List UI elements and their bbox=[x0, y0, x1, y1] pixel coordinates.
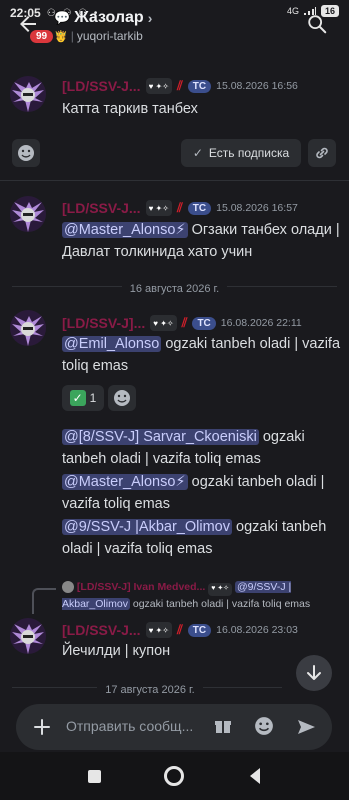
message-text: @Emil_Alonso ogzaki tanbeh oladi | vazif… bbox=[62, 333, 342, 377]
subtitle-text: yuqori-tarkib bbox=[76, 29, 143, 43]
chevron-right-icon: › bbox=[147, 10, 153, 26]
timestamp: 16.08.2026 22:11 bbox=[220, 317, 302, 329]
status-bar: 22:05 ⚇ ⚇ ⚇ • 4G 16 bbox=[0, 0, 349, 26]
reply-preview[interactable]: [LD/SSV-J] Ivan Medved... ♥ ✦✧ @9/SSV-J … bbox=[62, 579, 342, 612]
add-reaction-button[interactable] bbox=[12, 139, 40, 167]
message-header: [LD/SSV-J... ♥ ✦✧ ⫽ TC 15.08.2026 16:56 bbox=[62, 78, 298, 94]
date-separator: 16 августа 2026 г. bbox=[121, 283, 228, 295]
username[interactable]: [LD/SSV-J]... bbox=[62, 315, 145, 331]
reply-username: [LD/SSV-J] Ivan Medved... bbox=[76, 581, 206, 593]
reply-avatar bbox=[62, 581, 74, 594]
message-text: @Master_Alonso⚡ ogzaki tanbeh oladi | va… bbox=[62, 471, 342, 515]
avatar[interactable] bbox=[10, 196, 46, 232]
user-mention[interactable]: @Master_Alonso⚡ bbox=[62, 474, 188, 490]
wing-icon: ⫽ bbox=[176, 78, 183, 93]
gift-icon[interactable] bbox=[214, 717, 232, 735]
timestamp: 15.08.2026 16:56 bbox=[216, 80, 298, 92]
wing-icon: ⫽ bbox=[176, 200, 183, 215]
avatar[interactable] bbox=[10, 618, 46, 654]
back-nav-icon[interactable] bbox=[248, 767, 262, 785]
date-separator: 17 августа 2026 г. bbox=[97, 684, 203, 696]
timestamp: 16.08.2026 23:03 bbox=[216, 624, 298, 636]
user-mention[interactable]: @Emil_Alonso bbox=[62, 336, 162, 352]
plus-icon[interactable] bbox=[32, 717, 52, 737]
role-tag: ♥ ✦✧ bbox=[208, 582, 233, 596]
role-tag: ♥ ✦✧ bbox=[145, 622, 172, 638]
role-tag: ♥ ✦✧ bbox=[145, 200, 172, 216]
system-nav-bar bbox=[0, 752, 349, 800]
channel-title[interactable]: 💬 Жазолар › bbox=[54, 9, 152, 27]
wing-icon: ⫽ bbox=[181, 315, 188, 330]
channel-name: Жазолар bbox=[74, 9, 144, 26]
username[interactable]: [LD/SSV-J... bbox=[62, 78, 141, 94]
arrow-down-icon bbox=[307, 665, 321, 680]
forum-icon: 💬 bbox=[54, 10, 71, 25]
emoji-icon[interactable] bbox=[254, 716, 274, 736]
message-text: Катта таркив танбех bbox=[62, 101, 198, 117]
recents-icon[interactable] bbox=[88, 770, 101, 783]
message-text: @Master_Alonso⚡ Огзаки танбех олади | Да… bbox=[62, 219, 342, 263]
reaction-chip[interactable]: ✓ 1 bbox=[62, 385, 104, 411]
wing-icon: ⫽ bbox=[176, 622, 183, 637]
check-icon: ✓ bbox=[192, 146, 203, 160]
check-mark-icon: ✓ bbox=[69, 390, 86, 406]
role-tag: ♥ ✦✧ bbox=[145, 78, 172, 94]
message-input[interactable]: Отправить сообщ... bbox=[66, 718, 193, 734]
channel-subtitle: 🤴 | yuqori-tarkib bbox=[54, 29, 143, 43]
jump-to-bottom-button[interactable] bbox=[296, 655, 332, 691]
timestamp: 15.08.2026 16:57 bbox=[216, 202, 298, 214]
search-icon[interactable] bbox=[306, 13, 328, 35]
link-icon bbox=[316, 147, 328, 159]
user-mention[interactable]: @[8/SSV-J] Sarvar_Ckoeniski bbox=[62, 429, 259, 445]
reaction-count: 1 bbox=[89, 391, 97, 405]
username[interactable]: [LD/SSV-J... bbox=[62, 622, 141, 638]
avatar[interactable] bbox=[10, 310, 46, 346]
add-reaction-button[interactable] bbox=[108, 385, 136, 411]
unread-badge: 99 bbox=[28, 28, 56, 45]
role-tag: ♥ ✦✧ bbox=[150, 315, 177, 331]
network-label: 4G bbox=[286, 6, 299, 16]
home-icon[interactable] bbox=[164, 766, 184, 786]
tc-badge: TC bbox=[187, 623, 212, 637]
subscription-label: Есть подписка bbox=[208, 146, 290, 160]
thread-icon: 🤴 bbox=[54, 30, 68, 43]
emoji-icon bbox=[18, 145, 34, 161]
section-divider bbox=[0, 180, 349, 181]
avatar[interactable] bbox=[10, 76, 46, 112]
message-header: [LD/SSV-J... ♥ ✦✧ ⫽ TC 15.08.2026 16:57 bbox=[62, 200, 298, 216]
message-text: @[8/SSV-J] Sarvar_Ckoeniski ogzaki tanbe… bbox=[62, 426, 342, 470]
message-text: Йечилди | купон bbox=[62, 643, 171, 659]
emoji-icon bbox=[114, 390, 130, 406]
username[interactable]: [LD/SSV-J... bbox=[62, 200, 141, 216]
reply-connector bbox=[32, 588, 56, 614]
send-icon[interactable] bbox=[296, 717, 316, 737]
copy-link-button[interactable] bbox=[308, 139, 336, 167]
message-text: @9/SSV-J |Akbar_Olimov ogzaki tanbeh ola… bbox=[62, 516, 342, 560]
message-header: [LD/SSV-J... ♥ ✦✧ ⫽ TC 16.08.2026 23:03 bbox=[62, 622, 298, 638]
message-composer: Отправить сообщ... bbox=[16, 704, 332, 750]
subscription-button[interactable]: ✓ Есть подписка bbox=[181, 139, 301, 167]
tc-badge: TC bbox=[187, 79, 212, 93]
user-mention[interactable]: @9/SSV-J |Akbar_Olimov bbox=[62, 519, 232, 535]
tc-badge: TC bbox=[192, 316, 216, 330]
user-mention[interactable]: @Master_Alonso⚡ bbox=[62, 222, 188, 238]
message-header: [LD/SSV-J]... ♥ ✦✧ ⫽ TC 16.08.2026 22:11 bbox=[62, 315, 302, 331]
tc-badge: TC bbox=[187, 201, 212, 215]
reply-text: ogzaki tanbeh oladi | vazifa toliq emas bbox=[132, 597, 311, 610]
